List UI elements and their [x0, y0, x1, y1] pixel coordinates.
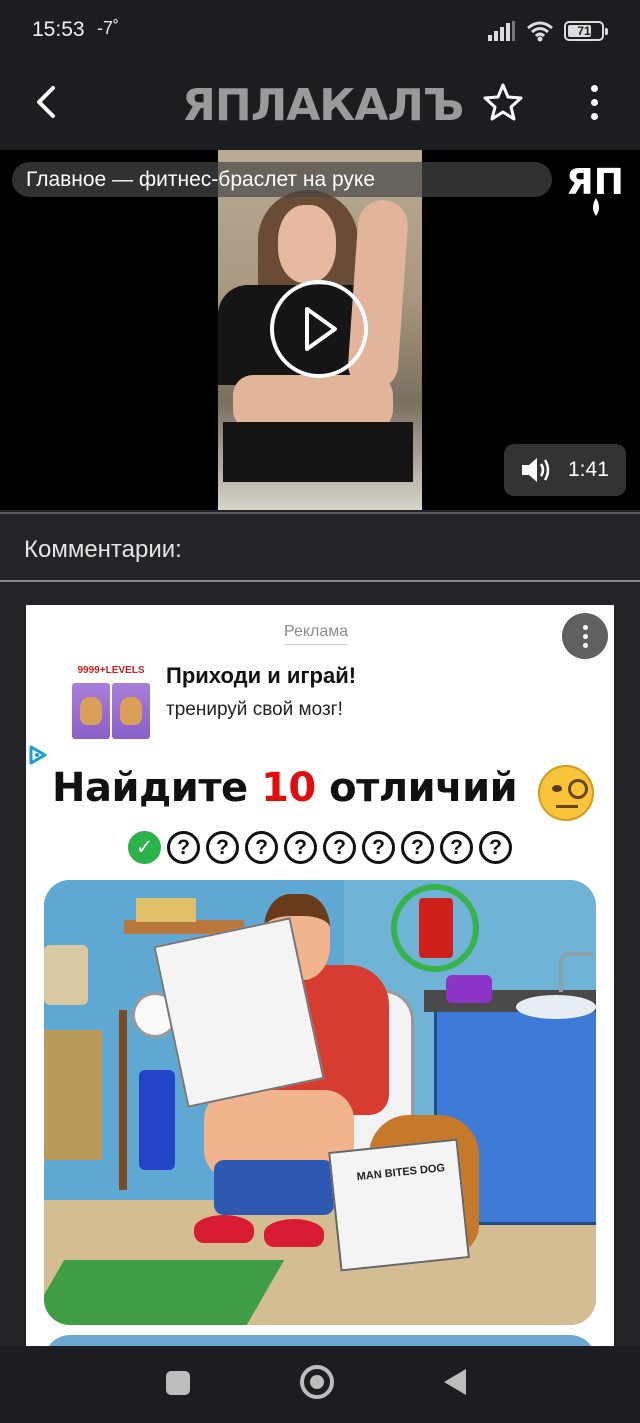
ad-puzzle-image[interactable]: MAN BITES DOG	[44, 880, 596, 1325]
found-check-icon: ✓	[128, 831, 161, 864]
ad-big-title-number: 10	[261, 765, 316, 811]
unknown-difference-icon: ?	[401, 831, 434, 864]
more-menu-button[interactable]	[580, 80, 608, 124]
video-duration: 1:41	[568, 458, 609, 481]
status-time: 15:53	[32, 18, 85, 41]
unknown-difference-icon: ?	[284, 831, 317, 864]
status-bar: 15:53 -7˚ 71	[0, 0, 640, 60]
unknown-difference-icon: ?	[479, 831, 512, 864]
yap-badge-text: ЯП	[566, 162, 624, 203]
more-vertical-icon	[590, 84, 598, 92]
play-icon	[305, 307, 337, 351]
comments-title: Комментарии:	[24, 536, 182, 563]
status-temperature: -7˚	[97, 18, 119, 38]
ad-big-title: Найдите 10 отличий	[52, 765, 518, 811]
ad-menu-button[interactable]	[562, 613, 608, 659]
unknown-difference-icon: ?	[167, 831, 200, 864]
yap-logo-icon: ЯП	[566, 162, 624, 216]
app-header: ЯПЛАКАЛЪ	[0, 60, 640, 150]
site-logo-text: ЯПЛАКАЛЪ	[182, 80, 464, 131]
signal-icon	[488, 21, 515, 41]
star-icon	[483, 83, 523, 121]
unknown-difference-icon: ?	[440, 831, 473, 864]
recents-icon[interactable]	[166, 1371, 190, 1395]
video-title: Главное — фитнес-браслет на руке	[12, 162, 552, 197]
back-arrow-icon	[37, 86, 55, 118]
ad-label: Реклама	[284, 623, 349, 645]
play-button[interactable]	[270, 280, 368, 378]
battery-level: 71	[577, 24, 591, 38]
ad-app-icon[interactable]: 9999+LEVELS	[72, 665, 150, 741]
home-icon[interactable]	[300, 1365, 334, 1399]
unknown-difference-icon: ?	[206, 831, 239, 864]
dog-newspaper-text: MAN BITES DOG	[356, 1162, 446, 1184]
ad-headline[interactable]: Приходи и играй!	[166, 663, 356, 689]
video-controls[interactable]: 1:41	[504, 444, 626, 496]
back-icon[interactable]	[444, 1369, 466, 1395]
site-logo[interactable]: ЯПЛАКАЛЪ	[182, 78, 464, 134]
monocle-face-icon	[538, 765, 594, 821]
comments-header: Комментарии:	[0, 512, 640, 582]
ad-card[interactable]: Реклама 9999+LEVELS Приходи и играй! тре…	[26, 605, 614, 1350]
volume-icon[interactable]	[520, 455, 552, 485]
wifi-icon	[527, 21, 553, 42]
ad-subline: тренируй свой мозг!	[166, 699, 343, 720]
ad-choices-icon[interactable]	[28, 745, 48, 765]
battery-icon: 71	[564, 21, 608, 41]
unknown-difference-icon: ?	[362, 831, 395, 864]
status-icons: 71	[488, 18, 608, 44]
differences-progress: ✓?????????	[128, 831, 512, 864]
ad-levels-badge: 9999+LEVELS	[77, 665, 145, 676]
favorite-button[interactable]	[483, 82, 523, 122]
unknown-difference-icon: ?	[245, 831, 278, 864]
back-button[interactable]	[28, 80, 64, 124]
unknown-difference-icon: ?	[323, 831, 356, 864]
yap-badge: ЯП	[564, 158, 628, 220]
found-difference-circle	[391, 884, 479, 972]
more-vertical-icon	[582, 624, 588, 630]
